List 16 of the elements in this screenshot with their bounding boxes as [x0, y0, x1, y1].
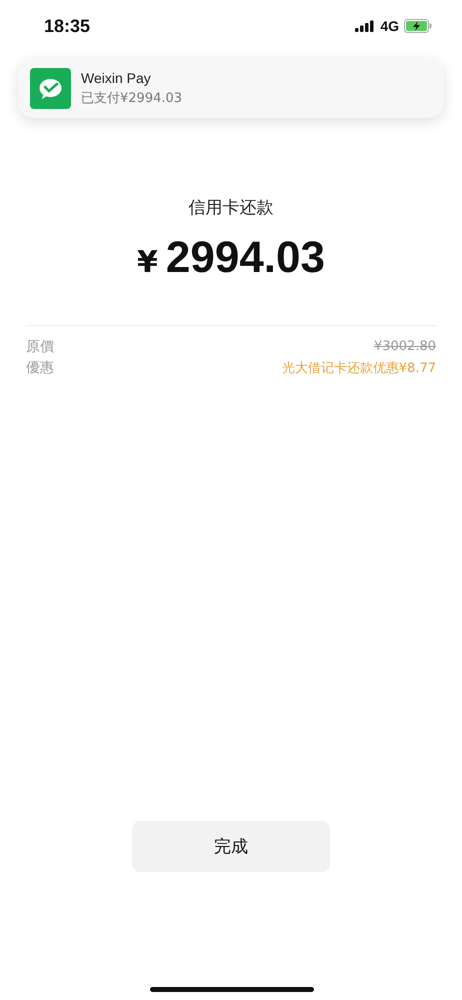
home-indicator[interactable]: [150, 987, 314, 992]
currency-symbol: ¥: [137, 245, 158, 280]
detail-label: 原價: [26, 338, 54, 356]
payment-amount: 2994.03: [166, 233, 325, 283]
notification-app-name: Weixin Pay: [81, 70, 152, 86]
done-button[interactable]: 完成: [132, 821, 330, 872]
network-type: 4G: [380, 18, 399, 34]
payment-title: 信用卡还款: [188, 197, 274, 219]
notification-card[interactable]: Weixin Pay 已支付¥2994.03: [18, 58, 444, 118]
detail-label: 優惠: [26, 358, 54, 376]
status-time: 18:35: [44, 16, 90, 36]
discount-value: 光大借记卡还款优惠¥8.77: [282, 360, 436, 376]
chat-check-icon: [30, 68, 71, 108]
notification-message: 已支付¥2994.03: [81, 90, 182, 106]
original-price: ¥3002.80: [374, 339, 436, 354]
signal-icon: [355, 20, 376, 32]
